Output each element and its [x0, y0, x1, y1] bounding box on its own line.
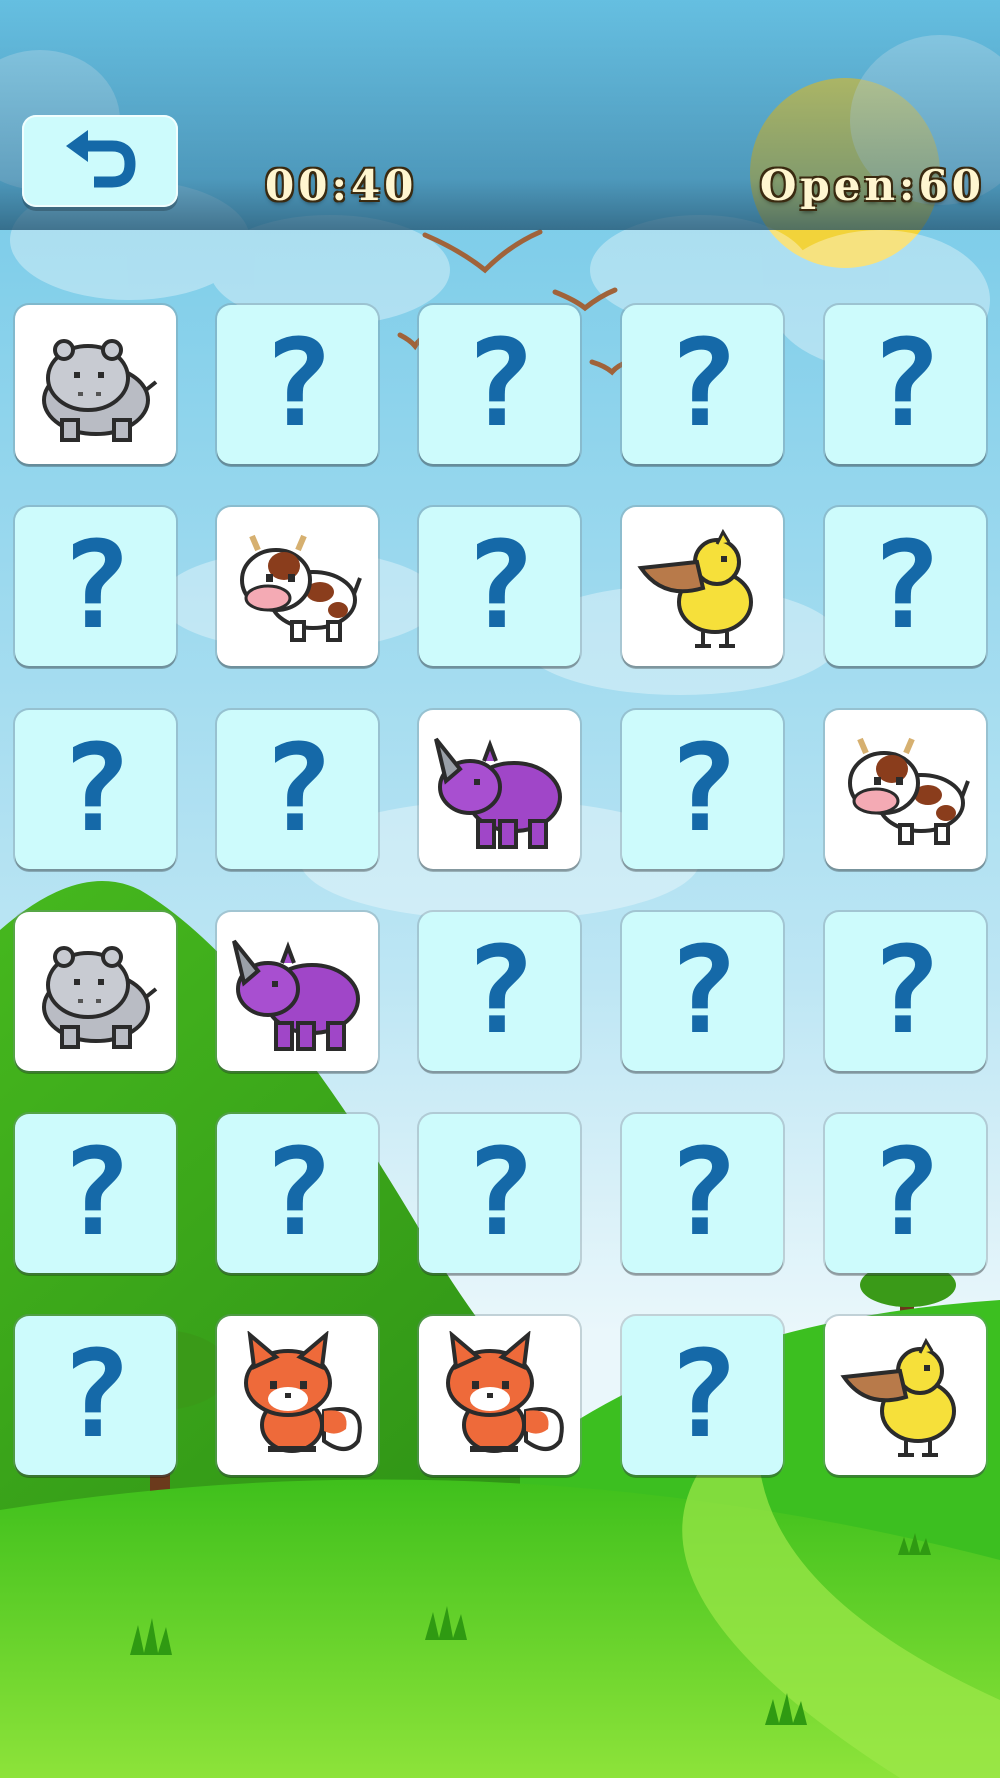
card-hidden[interactable]: ? — [15, 507, 176, 666]
pelican-icon — [836, 1331, 976, 1461]
card-hidden[interactable]: ? — [217, 710, 378, 869]
question-mark-icon: ? — [869, 1123, 942, 1263]
card-hidden[interactable]: ? — [622, 1316, 783, 1475]
cow-icon — [836, 725, 976, 855]
card-revealed-rhino[interactable] — [419, 710, 580, 869]
card-revealed-pelican[interactable] — [825, 1316, 986, 1475]
card-hidden[interactable]: ? — [217, 305, 378, 464]
timer-display: 00:40 — [265, 161, 418, 210]
question-mark-icon: ? — [59, 1325, 132, 1465]
card-hidden[interactable]: ? — [825, 507, 986, 666]
question-mark-icon: ? — [666, 719, 739, 859]
card-hidden[interactable]: ? — [217, 1114, 378, 1273]
question-mark-icon: ? — [463, 921, 536, 1061]
card-hidden[interactable]: ? — [15, 1114, 176, 1273]
card-hidden[interactable]: ? — [622, 912, 783, 1071]
card-revealed-fox[interactable] — [217, 1316, 378, 1475]
card-revealed-rhino[interactable] — [217, 912, 378, 1071]
card-hidden[interactable]: ? — [622, 710, 783, 869]
fox-icon — [430, 1330, 570, 1461]
card-revealed-pelican[interactable] — [622, 507, 783, 666]
question-mark-icon: ? — [463, 1123, 536, 1263]
card-hidden[interactable]: ? — [825, 912, 986, 1071]
card-revealed-cow[interactable] — [825, 710, 986, 869]
card-hidden[interactable]: ? — [622, 1114, 783, 1273]
question-mark-icon: ? — [666, 1123, 739, 1263]
card-hidden[interactable]: ? — [419, 912, 580, 1071]
undo-arrow-icon — [60, 124, 140, 198]
card-revealed-cow[interactable] — [217, 507, 378, 666]
pelican-icon — [633, 522, 773, 652]
card-revealed-hippo[interactable] — [15, 305, 176, 464]
question-mark-icon: ? — [666, 1325, 739, 1465]
rhino-icon — [430, 725, 570, 855]
question-mark-icon: ? — [261, 314, 334, 454]
card-revealed-fox[interactable] — [419, 1316, 580, 1475]
question-mark-icon: ? — [666, 314, 739, 454]
question-mark-icon: ? — [59, 1123, 132, 1263]
card-hidden[interactable]: ? — [622, 305, 783, 464]
question-mark-icon: ? — [59, 719, 132, 859]
open-counter: Open:60 — [759, 161, 985, 210]
back-button[interactable] — [22, 115, 178, 207]
card-hidden[interactable]: ? — [419, 507, 580, 666]
question-mark-icon: ? — [261, 1123, 334, 1263]
question-mark-icon: ? — [869, 921, 942, 1061]
question-mark-icon: ? — [463, 314, 536, 454]
card-hidden[interactable]: ? — [15, 1316, 176, 1475]
card-hidden[interactable]: ? — [825, 1114, 986, 1273]
question-mark-icon: ? — [869, 516, 942, 656]
rhino-icon — [228, 927, 368, 1057]
question-mark-icon: ? — [261, 719, 334, 859]
question-mark-icon: ? — [59, 516, 132, 656]
card-hidden[interactable]: ? — [15, 710, 176, 869]
question-mark-icon: ? — [666, 921, 739, 1061]
card-hidden[interactable]: ? — [419, 305, 580, 464]
hippo-icon — [26, 927, 166, 1057]
question-mark-icon: ? — [869, 314, 942, 454]
card-hidden[interactable]: ? — [419, 1114, 580, 1273]
fox-icon — [228, 1330, 368, 1461]
background-scene — [0, 0, 1000, 1778]
card-revealed-hippo[interactable] — [15, 912, 176, 1071]
hippo-icon — [26, 320, 166, 450]
question-mark-icon: ? — [463, 516, 536, 656]
card-hidden[interactable]: ? — [825, 305, 986, 464]
cow-icon — [228, 522, 368, 652]
